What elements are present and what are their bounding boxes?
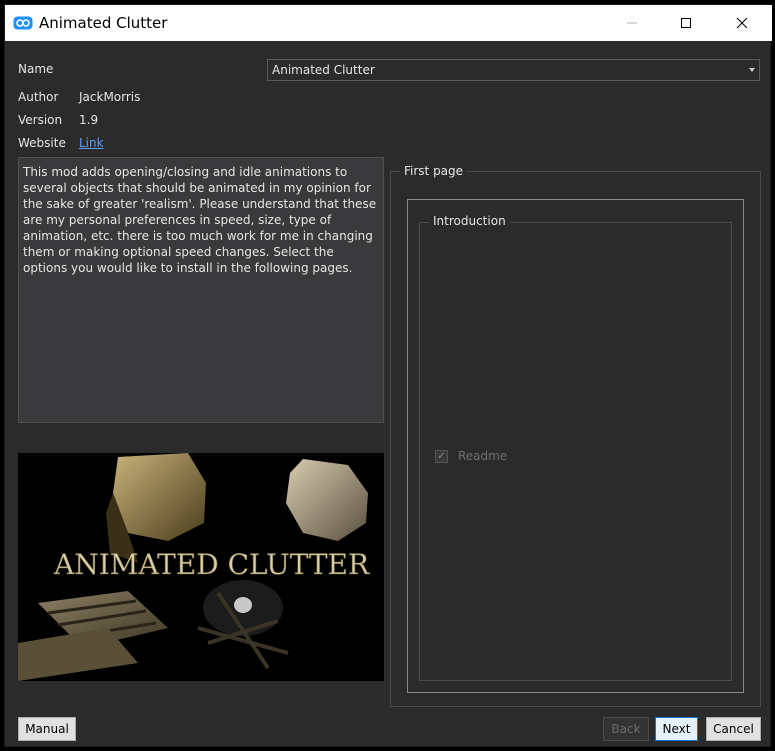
installer-content: Name Animated Clutter Author JackMorris … bbox=[5, 41, 772, 748]
installer-window: Animated Clutter Name Animated Clutter A… bbox=[4, 4, 772, 748]
maximize-button[interactable] bbox=[663, 5, 709, 41]
version-value: 1.9 bbox=[79, 113, 99, 127]
back-button[interactable]: Back bbox=[603, 717, 649, 741]
website-label: Website bbox=[18, 136, 66, 150]
readme-label: Readme bbox=[458, 449, 508, 463]
name-label: Name bbox=[18, 62, 54, 76]
website-link[interactable]: Link bbox=[79, 136, 104, 151]
readme-checkbox[interactable]: ✓ bbox=[435, 450, 448, 463]
author-label: Author bbox=[18, 90, 59, 104]
close-button[interactable] bbox=[719, 5, 765, 41]
title-bar: Animated Clutter bbox=[5, 5, 772, 41]
version-label: Version bbox=[18, 113, 63, 127]
manual-button[interactable]: Manual bbox=[18, 717, 76, 741]
introduction-title: Introduction bbox=[429, 214, 510, 229]
next-button[interactable]: Next bbox=[655, 717, 698, 741]
cancel-button[interactable]: Cancel bbox=[706, 717, 761, 741]
mod-banner-image: ANIMATED CLUTTER bbox=[18, 453, 384, 681]
minimize-icon bbox=[627, 22, 637, 24]
name-dropdown-value: Animated Clutter bbox=[272, 63, 375, 77]
banner-title: ANIMATED CLUTTER bbox=[53, 548, 370, 581]
page-title: First page bbox=[400, 164, 468, 179]
author-value: JackMorris bbox=[79, 90, 141, 104]
close-icon bbox=[736, 17, 748, 29]
checkmark-icon: ✓ bbox=[437, 451, 446, 462]
maximize-icon bbox=[681, 18, 691, 28]
window-title: Animated Clutter bbox=[39, 14, 168, 32]
app-icon bbox=[13, 16, 33, 30]
description-textbox[interactable]: This mod adds opening/closing and idle a… bbox=[18, 157, 384, 423]
name-dropdown[interactable]: Animated Clutter bbox=[267, 59, 760, 81]
chevron-down-icon bbox=[749, 68, 755, 72]
banner-art: ANIMATED CLUTTER bbox=[18, 453, 370, 681]
minimize-button[interactable] bbox=[609, 5, 655, 41]
